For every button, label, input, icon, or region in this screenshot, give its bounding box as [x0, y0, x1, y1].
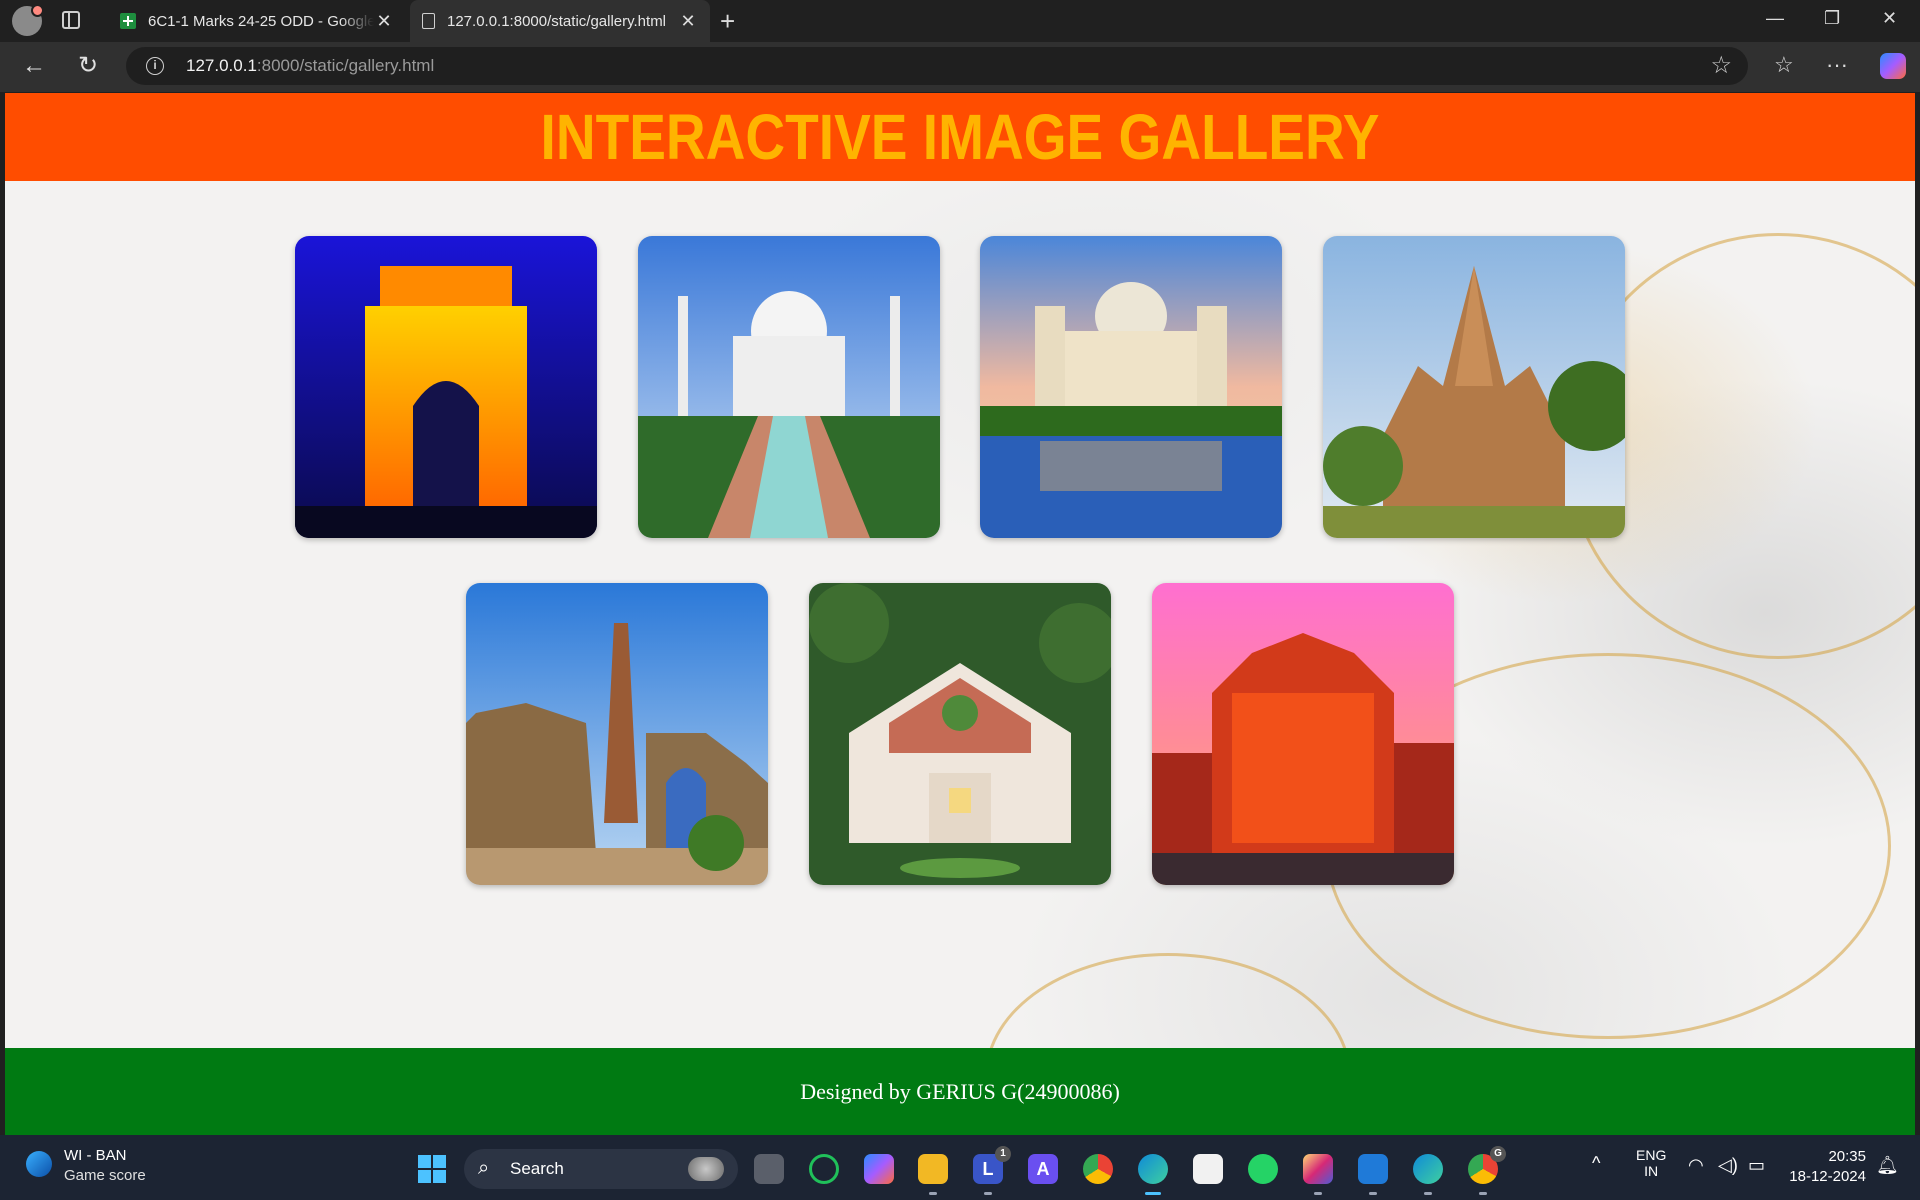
hawa-mahal-image: [1152, 583, 1454, 885]
artificial-app-icon[interactable]: A: [1028, 1154, 1058, 1184]
instagram-icon[interactable]: [1303, 1154, 1333, 1195]
minimize-icon[interactable]: —: [1766, 8, 1784, 29]
windows-taskbar: WI - BAN Game score ⌕ Search L1 A G ^ EN…: [0, 1135, 1920, 1200]
profile-avatar[interactable]: [12, 4, 44, 36]
url-text[interactable]: 127.0.0.1:8000/static/gallery.html: [186, 56, 434, 76]
reload-icon[interactable]: ↻: [78, 52, 98, 80]
tab-title: 6C1-1 Marks 24-25 ODD - Google: [148, 12, 374, 30]
tab-actions-icon[interactable]: [62, 11, 80, 29]
volume-icon[interactable]: ◁): [1718, 1155, 1738, 1176]
gallery-image-taj-mahal[interactable]: [638, 236, 940, 538]
page-footer: Designed by GERIUS G(24900086): [5, 1048, 1915, 1135]
copilot-icon[interactable]: [1880, 53, 1906, 79]
chrome-icon[interactable]: [1083, 1154, 1113, 1184]
lms-app-icon[interactable]: L1: [973, 1146, 1011, 1195]
qutub-minar-image: [466, 583, 768, 885]
tab-gallery[interactable]: 127.0.0.1:8000/static/gallery.html ✕: [410, 0, 710, 42]
vscode-icon[interactable]: [1358, 1154, 1388, 1195]
gallery-page: INTERACTIVE IMAGE GALLERY Designed by GE…: [5, 93, 1915, 1135]
start-windows-icon[interactable]: [418, 1155, 446, 1183]
edge-icon[interactable]: [1138, 1154, 1168, 1195]
tab-google-sheets[interactable]: 6C1-1 Marks 24-25 ODD - Google ✕: [108, 0, 406, 42]
search-icon: ⌕: [478, 1157, 490, 1179]
system-clock[interactable]: 20:35 18-12-2024: [1786, 1147, 1866, 1187]
edge-beta-icon[interactable]: [1413, 1154, 1443, 1195]
taskbar-search[interactable]: ⌕ Search: [464, 1149, 738, 1189]
new-tab-icon[interactable]: +: [720, 6, 735, 36]
chrome-profile-icon[interactable]: G: [1468, 1146, 1506, 1195]
document-icon: [422, 13, 435, 29]
tab-title: 127.0.0.1:8000/static/gallery.html: [447, 12, 667, 30]
parliament-house-image: [809, 583, 1111, 885]
site-info-icon[interactable]: i: [146, 57, 164, 75]
footer-credit: Designed by GERIUS G(24900086): [800, 1079, 1120, 1104]
task-view-icon[interactable]: [754, 1154, 784, 1184]
browser-tab-bar: 6C1-1 Marks 24-25 ODD - Google ✕ 127.0.0…: [0, 0, 1920, 42]
notification-bell-icon[interactable]: 🔔︎: [1876, 1155, 1899, 1176]
address-bar[interactable]: i 127.0.0.1:8000/static/gallery.html ☆: [126, 47, 1748, 85]
gallery-image-khajuraho-temple[interactable]: [1323, 236, 1625, 538]
widget-subtitle: Game score: [64, 1167, 146, 1184]
page-title: INTERACTIVE IMAGE GALLERY: [540, 101, 1380, 173]
wifi-icon[interactable]: ◠: [1688, 1155, 1704, 1176]
copilot-app-icon[interactable]: [864, 1154, 894, 1184]
search-highlight-icon: [688, 1157, 724, 1181]
app-circle-icon[interactable]: [809, 1154, 839, 1184]
more-menu-icon[interactable]: ···: [1826, 52, 1848, 78]
taj-mahal-image: [638, 236, 940, 538]
victoria-memorial-image: [980, 236, 1282, 538]
close-tab-icon[interactable]: ✕: [374, 11, 394, 32]
india-gate-image: [295, 236, 597, 538]
search-label: Search: [510, 1159, 564, 1178]
khajuraho-temple-image: [1323, 236, 1625, 538]
page-header: INTERACTIVE IMAGE GALLERY: [5, 93, 1915, 181]
gallery-image-qutub-minar[interactable]: [466, 583, 768, 885]
store-icon[interactable]: [1193, 1154, 1223, 1184]
cricket-icon: [26, 1151, 52, 1177]
window-close-icon[interactable]: ✕: [1882, 8, 1897, 29]
gallery-image-hawa-mahal[interactable]: [1152, 583, 1454, 885]
address-toolbar: ← ↻ i 127.0.0.1:8000/static/gallery.html…: [0, 42, 1920, 92]
whatsapp-icon[interactable]: [1248, 1154, 1278, 1184]
favorite-star-icon[interactable]: ☆: [1710, 51, 1732, 80]
language-indicator[interactable]: ENG IN: [1636, 1147, 1666, 1179]
restore-icon[interactable]: ❐: [1824, 8, 1840, 29]
battery-icon[interactable]: ▭: [1748, 1155, 1765, 1176]
gallery-image-parliament-house[interactable]: [809, 583, 1111, 885]
back-arrow-icon[interactable]: ←: [22, 52, 46, 80]
favorites-icon[interactable]: ☆: [1774, 52, 1794, 78]
sheets-icon: [120, 13, 136, 29]
show-hidden-icons[interactable]: ^: [1592, 1153, 1600, 1174]
gallery-image-india-gate[interactable]: [295, 236, 597, 538]
file-explorer-icon[interactable]: [918, 1154, 948, 1195]
gallery-image-victoria-memorial[interactable]: [980, 236, 1282, 538]
close-tab-icon[interactable]: ✕: [678, 11, 698, 32]
widget-title: WI - BAN: [64, 1147, 127, 1164]
